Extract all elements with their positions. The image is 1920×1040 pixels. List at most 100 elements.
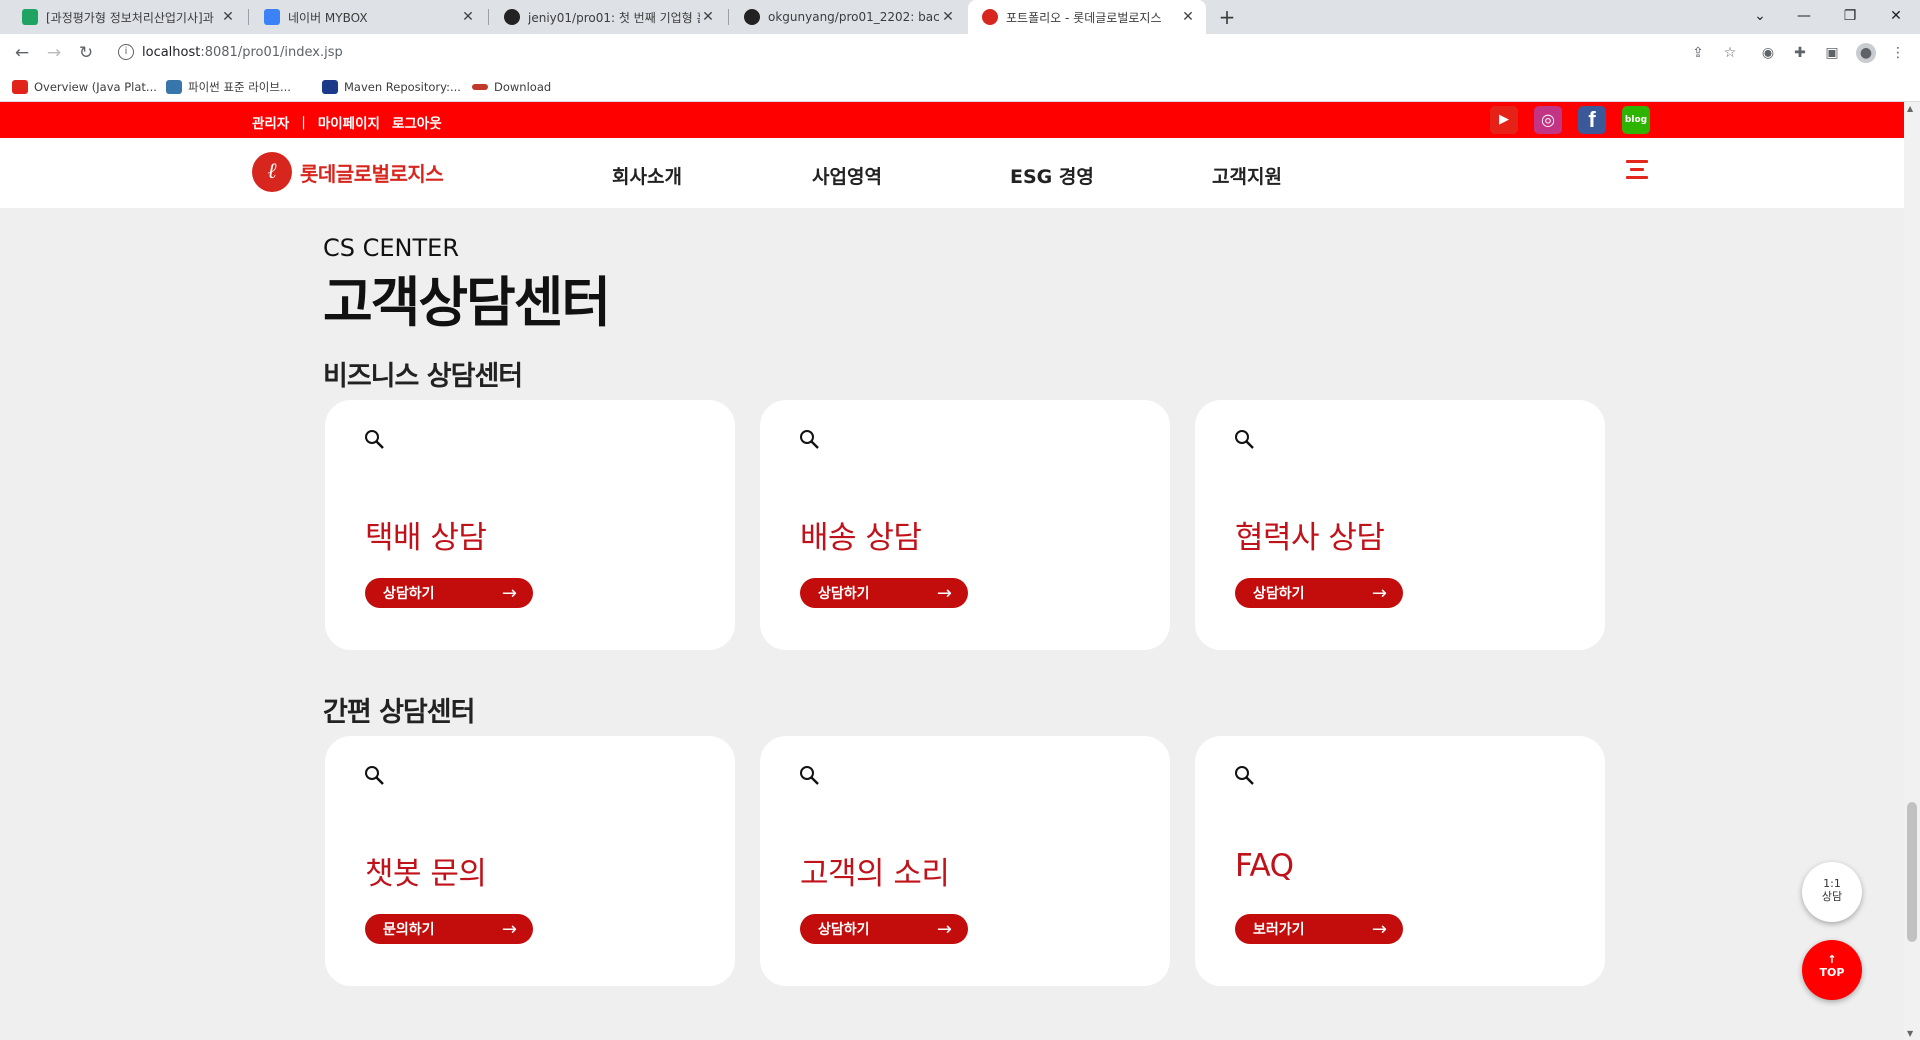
- one-on-one-chat-button[interactable]: 1:1 상담: [1802, 862, 1862, 922]
- minimize-button[interactable]: —: [1784, 0, 1824, 34]
- logout-link[interactable]: 로그아웃: [392, 112, 442, 132]
- nav-item-support[interactable]: 고객지원: [1212, 162, 1282, 189]
- button-label: 상담하기: [818, 586, 870, 602]
- card-title: 택배 상담: [365, 520, 487, 556]
- site-logo[interactable]: ℓ 롯데글로벌로지스: [252, 152, 444, 192]
- arrow-right-icon: →: [936, 918, 952, 940]
- card-parcel-consult: 택배 상담 상담하기 →: [325, 400, 735, 650]
- consult-button[interactable]: 상담하기 →: [800, 578, 968, 608]
- arrow-right-icon: →: [501, 918, 517, 940]
- close-window-button[interactable]: ✕: [1876, 0, 1916, 34]
- arrow-right-icon: →: [1371, 918, 1387, 940]
- profile-avatar[interactable]: ●: [1856, 43, 1876, 63]
- browser-tab[interactable]: jeniy01/pro01: 첫 번째 기업형 홈 ✕: [490, 0, 726, 34]
- reload-button[interactable]: ↻: [74, 41, 98, 65]
- utility-links: 관리자 | 마이페이지 로그아웃: [252, 112, 454, 132]
- oracle-icon: [12, 80, 28, 94]
- scroll-down-icon[interactable]: ▼: [1907, 1029, 1913, 1038]
- card-customer-voice: 고객의 소리 상담하기 →: [760, 736, 1170, 986]
- new-tab-button[interactable]: +: [1214, 4, 1240, 30]
- browser-tab-active[interactable]: 포트폴리오 - 롯데글로벌로지스 ✕: [968, 0, 1206, 34]
- back-button[interactable]: ←: [10, 41, 34, 65]
- scrollbar-thumb[interactable]: [1907, 802, 1917, 942]
- bookmark-star-icon[interactable]: ☆: [1720, 43, 1740, 63]
- search-icon: [800, 766, 819, 785]
- tab-close-icon[interactable]: ✕: [700, 9, 716, 25]
- consult-button[interactable]: 상담하기 →: [1235, 578, 1403, 608]
- bookmark-label: Download: [494, 80, 552, 94]
- scroll-up-icon[interactable]: ▲: [1907, 104, 1913, 113]
- admin-link[interactable]: 관리자: [252, 112, 289, 132]
- nav-item-esg[interactable]: ESG 경영: [1010, 162, 1094, 189]
- nav-item-company[interactable]: 회사소개: [612, 162, 682, 189]
- tab-title: 네이버 MYBOX: [288, 10, 368, 25]
- tab-close-icon[interactable]: ✕: [460, 9, 476, 25]
- bookmark-label: Overview (Java Plat...: [34, 80, 157, 94]
- scroll-top-button[interactable]: ↑ TOP: [1802, 940, 1862, 1000]
- browser-tab[interactable]: 네이버 MYBOX ✕: [250, 0, 486, 34]
- bookmark-item[interactable]: Maven Repository:...: [322, 79, 461, 95]
- mypage-link[interactable]: 마이페이지: [318, 112, 380, 132]
- search-icon: [800, 430, 819, 449]
- download-icon: [472, 84, 488, 90]
- url-text: localhost:8081/pro01/index.jsp: [142, 45, 343, 60]
- tab-title: jeniy01/pro01: 첫 번째 기업형 홈: [528, 10, 700, 25]
- bookmarks-bar: Overview (Java Plat... 파이썬 표준 라이브... Mav…: [0, 72, 1920, 102]
- bookmark-item[interactable]: 파이썬 표준 라이브...: [166, 79, 291, 95]
- search-icon: [1235, 766, 1254, 785]
- search-icon: [1235, 430, 1254, 449]
- extensions-puzzle-icon[interactable]: ✚: [1790, 43, 1810, 63]
- view-button[interactable]: 보러가기 →: [1235, 914, 1403, 944]
- divider: |: [301, 114, 306, 130]
- tab-title: [과정평가형 정보처리산업기사]과: [46, 10, 214, 25]
- address-bar: ← → ↻ i localhost:8081/pro01/index.jsp ⇪…: [0, 34, 1920, 72]
- button-label: 보러가기: [1253, 922, 1305, 938]
- button-label: 상담하기: [1253, 586, 1305, 602]
- page-scrollbar[interactable]: ▲ ▼: [1904, 102, 1920, 1040]
- button-label: 상담하기: [383, 586, 435, 602]
- site-info-icon[interactable]: i: [118, 44, 134, 60]
- button-label: 상담하기: [818, 922, 870, 938]
- bookmark-item[interactable]: Overview (Java Plat...: [12, 79, 157, 95]
- tab-search-icon[interactable]: ⌄: [1740, 0, 1780, 34]
- tab-favicon-icon: [22, 9, 38, 25]
- share-icon[interactable]: ⇪: [1688, 43, 1708, 63]
- github-icon: [504, 9, 520, 25]
- tab-close-icon[interactable]: ✕: [1180, 9, 1196, 25]
- extension-icon[interactable]: ◉: [1758, 43, 1778, 63]
- blog-icon[interactable]: blog: [1622, 106, 1650, 134]
- consult-button[interactable]: 상담하기 →: [365, 578, 533, 608]
- arrow-right-icon: →: [1371, 582, 1387, 604]
- hamburger-menu-icon[interactable]: [1626, 160, 1648, 184]
- tab-close-icon[interactable]: ✕: [220, 9, 236, 25]
- tab-close-icon[interactable]: ✕: [940, 9, 956, 25]
- card-title: 고객의 소리: [800, 856, 950, 892]
- browser-tab[interactable]: [과정평가형 정보처리산업기사]과 ✕: [8, 0, 246, 34]
- github-icon: [744, 9, 760, 25]
- card-title: 협력사 상담: [1235, 520, 1385, 556]
- tab-title: okgunyang/pro01_2202: backend: [768, 10, 940, 24]
- forward-button[interactable]: →: [42, 41, 66, 65]
- arrow-right-icon: →: [501, 582, 517, 604]
- bookmark-item[interactable]: Download: [472, 79, 551, 95]
- tab-favicon-icon: [982, 9, 998, 25]
- restore-button[interactable]: ❐: [1830, 0, 1870, 34]
- menu-kebab-icon[interactable]: ⋮: [1888, 43, 1908, 63]
- browser-tab[interactable]: okgunyang/pro01_2202: backend ✕: [730, 0, 966, 34]
- tab-title: 포트폴리오 - 롯데글로벌로지스: [1006, 10, 1162, 25]
- side-panel-icon[interactable]: ▣: [1822, 43, 1842, 63]
- section-heading-business: 비즈니스 상담센터: [323, 361, 523, 392]
- lotte-logo-icon: ℓ: [252, 152, 292, 192]
- bookmark-label: Maven Repository:...: [344, 80, 461, 94]
- nav-item-business[interactable]: 사업영역: [812, 162, 882, 189]
- consult-button[interactable]: 상담하기 →: [800, 914, 968, 944]
- top-label: TOP: [1819, 966, 1845, 979]
- section-heading-simple: 간편 상담센터: [323, 697, 475, 728]
- inquiry-button[interactable]: 문의하기 →: [365, 914, 533, 944]
- logo-text: 롯데글로벌로지스: [300, 161, 444, 186]
- chat-label-line1: 1:1: [1823, 877, 1841, 890]
- url-input[interactable]: i localhost:8081/pro01/index.jsp: [110, 39, 1760, 67]
- instagram-icon[interactable]: ◎: [1534, 106, 1562, 134]
- facebook-icon[interactable]: f: [1578, 106, 1606, 134]
- youtube-icon[interactable]: ▶: [1490, 106, 1518, 134]
